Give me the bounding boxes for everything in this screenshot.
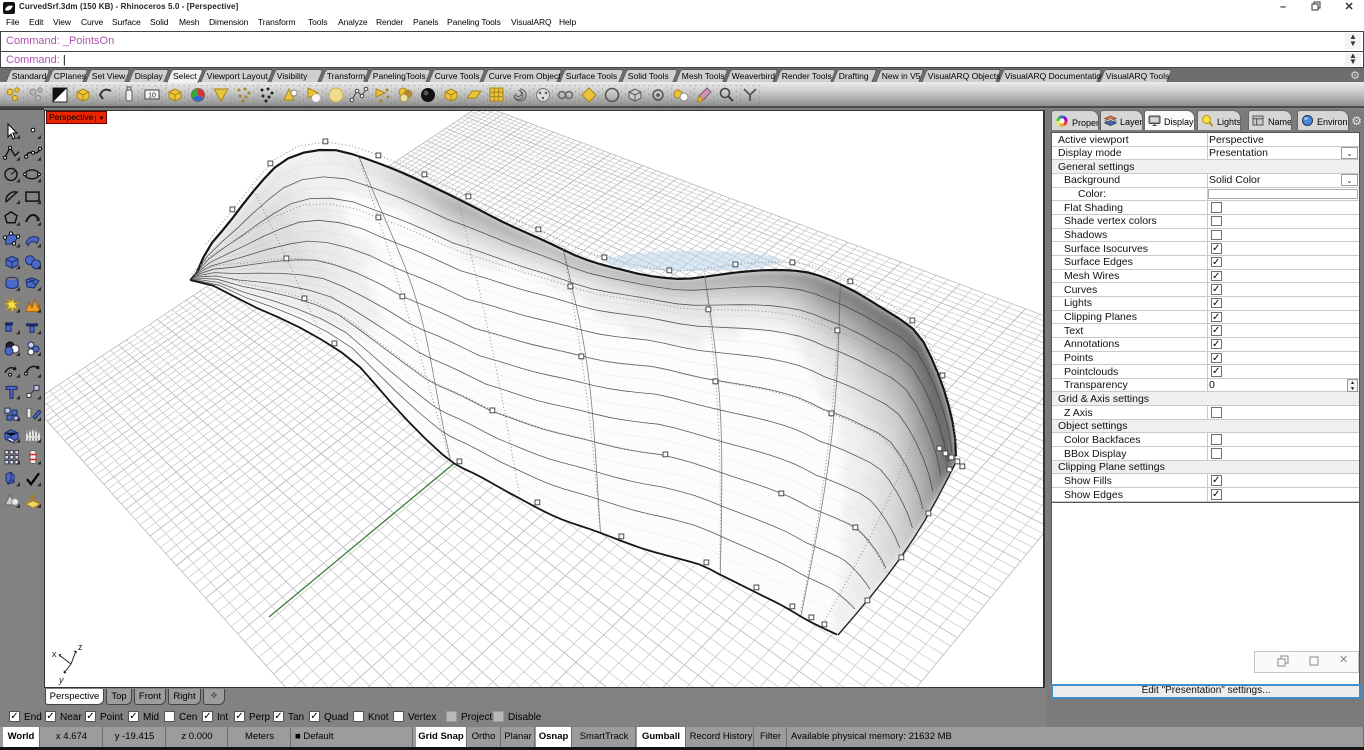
svg-text:z: z: [78, 642, 83, 652]
svg-text:x: x: [52, 649, 57, 659]
svg-text:y: y: [58, 675, 64, 685]
svg-text:10: 10: [148, 93, 156, 100]
